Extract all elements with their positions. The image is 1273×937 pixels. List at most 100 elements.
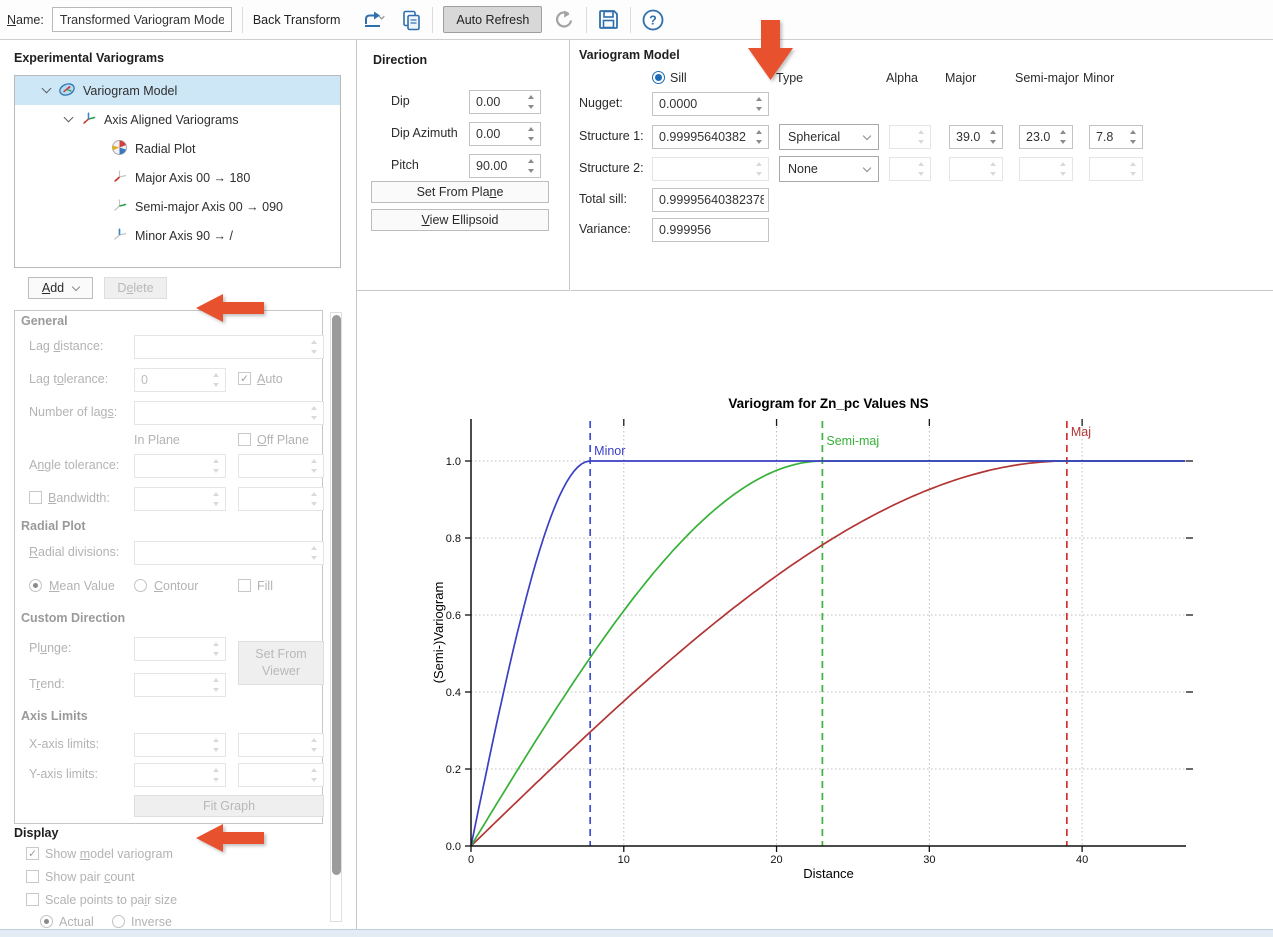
sill-radio[interactable] bbox=[652, 71, 665, 84]
tree-item-label: Major Axis 00 → 180 bbox=[135, 171, 250, 185]
name-input[interactable] bbox=[52, 7, 232, 32]
export-icon[interactable] bbox=[362, 10, 388, 30]
bandwidth-checkbox[interactable] bbox=[29, 491, 42, 504]
tree-item-minor-axis[interactable]: Minor Axis 90 → / bbox=[15, 221, 340, 250]
trend-field[interactable] bbox=[134, 673, 226, 697]
chevron-down-icon[interactable] bbox=[64, 113, 74, 123]
svg-text:20: 20 bbox=[770, 854, 782, 866]
pitch-field[interactable] bbox=[469, 154, 541, 178]
y-axis-min-field[interactable] bbox=[134, 763, 226, 787]
actual-radio[interactable] bbox=[40, 915, 53, 928]
radial-plot-header: Radial Plot bbox=[21, 519, 86, 533]
radial-divisions-field[interactable] bbox=[134, 541, 324, 565]
tree-item-radial-plot[interactable]: Radial Plot bbox=[15, 134, 340, 163]
structure1-alpha-field[interactable] bbox=[889, 125, 931, 149]
svg-text:?: ? bbox=[650, 13, 658, 27]
svg-text:0.6: 0.6 bbox=[446, 610, 461, 622]
lag-distance-field[interactable] bbox=[134, 335, 324, 359]
auto-checkbox[interactable]: ✓ bbox=[238, 372, 251, 385]
scrollbar-thumb[interactable] bbox=[332, 315, 341, 875]
experimental-variograms-panel: Experimental Variograms Variogram Model bbox=[0, 40, 357, 937]
inverse-radio[interactable] bbox=[112, 915, 125, 928]
mean-value-label: Mean Value bbox=[49, 579, 115, 593]
structure1-sill-field[interactable] bbox=[652, 125, 769, 149]
number-of-lags-field[interactable] bbox=[134, 401, 324, 425]
chevron-down-icon[interactable] bbox=[42, 84, 52, 94]
mean-value-radio[interactable] bbox=[29, 579, 42, 592]
angle-tolerance-in-plane-field[interactable] bbox=[134, 454, 226, 478]
copy-icon[interactable] bbox=[400, 9, 422, 31]
back-transform-button[interactable]: Back Transform bbox=[253, 13, 341, 27]
nugget-label: Nugget: bbox=[579, 96, 623, 110]
in-plane-label: In Plane bbox=[134, 433, 180, 447]
fill-label: Fill bbox=[257, 579, 273, 593]
variogram-dialog: Name: Back Transform Auto Refresh bbox=[0, 0, 1273, 937]
lag-tolerance-label: Lag tolerance: bbox=[29, 372, 108, 386]
bandwidth-in-plane-field[interactable] bbox=[134, 487, 226, 511]
bandwidth-off-plane-field[interactable] bbox=[238, 487, 324, 511]
nugget-field[interactable] bbox=[652, 92, 769, 116]
name-label: Name: bbox=[7, 13, 44, 27]
save-icon[interactable] bbox=[597, 8, 620, 31]
semi-major-column-header: Semi-major bbox=[1015, 71, 1079, 85]
structure2-type-dropdown[interactable]: None bbox=[779, 156, 879, 182]
scale-points-checkbox[interactable] bbox=[26, 893, 39, 906]
dip-azimuth-field[interactable] bbox=[469, 122, 541, 146]
show-model-variogram-checkbox[interactable]: ✓ bbox=[26, 847, 39, 860]
add-button[interactable]: Add bbox=[28, 277, 93, 299]
svg-text:Minor: Minor bbox=[594, 444, 625, 458]
view-ellipsoid-button[interactable]: View Ellipsoid bbox=[371, 209, 549, 231]
fit-graph-button[interactable]: Fit Graph bbox=[134, 795, 324, 817]
semi-major-axis-icon bbox=[111, 197, 128, 217]
x-axis-min-field[interactable] bbox=[134, 733, 226, 757]
dip-field[interactable] bbox=[469, 90, 541, 114]
structure1-type-dropdown[interactable]: Spherical bbox=[779, 124, 879, 150]
help-icon[interactable]: ? bbox=[641, 8, 665, 32]
delete-button[interactable]: Delete bbox=[104, 277, 167, 299]
show-pair-count-checkbox[interactable] bbox=[26, 870, 39, 883]
set-from-plane-button[interactable]: Set From Plane bbox=[371, 181, 549, 203]
tree-item-variogram-model[interactable]: Variogram Model bbox=[15, 76, 340, 105]
svg-text:0.0: 0.0 bbox=[446, 841, 461, 853]
fill-checkbox[interactable] bbox=[238, 579, 251, 592]
x-axis-max-field[interactable] bbox=[238, 733, 324, 757]
contour-radio[interactable] bbox=[134, 579, 147, 592]
variogram-chart-area: MajSemi-majMinor0102030400.00.20.40.60.8… bbox=[357, 292, 1273, 937]
chevron-down-icon bbox=[863, 163, 871, 171]
structure2-semi-major-field[interactable] bbox=[1019, 157, 1073, 181]
off-plane-checkbox[interactable] bbox=[238, 433, 251, 446]
plunge-label: Plunge: bbox=[29, 641, 71, 655]
chevron-down-icon bbox=[863, 131, 871, 139]
axis-limits-header: Axis Limits bbox=[21, 709, 88, 723]
tree-item-semi-major-axis[interactable]: Semi-major Axis 00 → 090 bbox=[15, 192, 340, 221]
radial-divisions-label: Radial divisions: bbox=[29, 545, 119, 559]
alpha-column-header: Alpha bbox=[886, 71, 918, 85]
off-plane-label: Off Plane bbox=[257, 433, 309, 447]
structure1-minor-field[interactable] bbox=[1089, 125, 1143, 149]
plunge-field[interactable] bbox=[134, 637, 226, 661]
structure2-minor-field[interactable] bbox=[1089, 157, 1143, 181]
structure2-label: Structure 2: bbox=[579, 161, 644, 175]
toolbar-separator bbox=[242, 7, 243, 33]
axis-triad-icon bbox=[80, 110, 97, 130]
set-from-viewer-button[interactable]: Set From Viewer bbox=[238, 641, 324, 685]
tree-item-axis-aligned-variograms[interactable]: Axis Aligned Variograms bbox=[15, 105, 340, 134]
variance-field[interactable] bbox=[652, 218, 769, 242]
auto-refresh-button[interactable]: Auto Refresh bbox=[443, 6, 542, 33]
total-sill-field[interactable] bbox=[652, 188, 769, 212]
settings-scrollbar[interactable] bbox=[330, 312, 342, 922]
structure2-alpha-field[interactable] bbox=[889, 157, 931, 181]
tree-item-major-axis[interactable]: Major Axis 00 → 180 bbox=[15, 163, 340, 192]
variogram-model-header: Variogram Model bbox=[579, 48, 680, 62]
structure2-sill-field[interactable] bbox=[652, 157, 769, 181]
trend-label: Trend: bbox=[29, 677, 65, 691]
lag-tolerance-field[interactable] bbox=[134, 368, 226, 392]
structure1-major-field[interactable] bbox=[949, 125, 1003, 149]
structure1-semi-major-field[interactable] bbox=[1019, 125, 1073, 149]
y-axis-max-field[interactable] bbox=[238, 763, 324, 787]
show-model-variogram-label: Show model variogram bbox=[45, 847, 173, 861]
undo-icon[interactable] bbox=[552, 8, 576, 32]
structure2-major-field[interactable] bbox=[949, 157, 1003, 181]
major-column-header: Major bbox=[945, 71, 976, 85]
angle-tolerance-off-plane-field[interactable] bbox=[238, 454, 324, 478]
